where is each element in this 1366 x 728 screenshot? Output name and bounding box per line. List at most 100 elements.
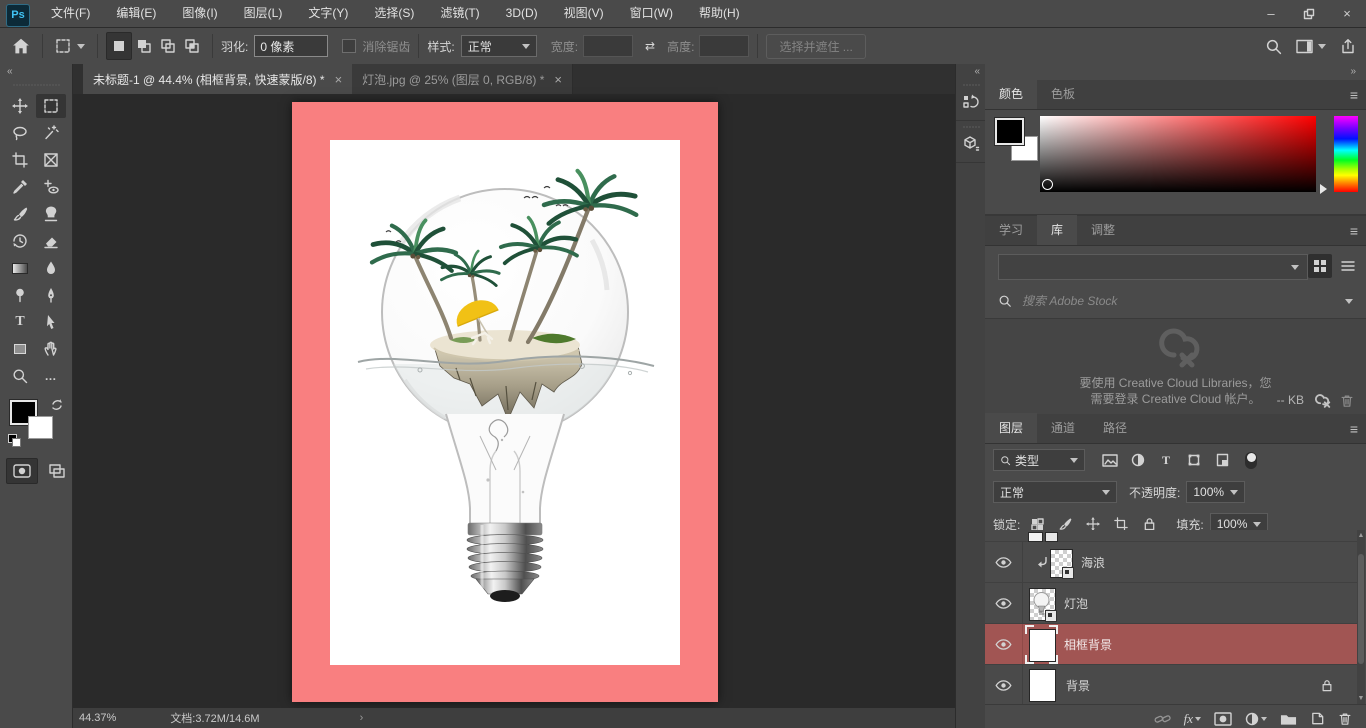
background-lock-icon[interactable] xyxy=(1321,679,1333,692)
history-panel-button[interactable] xyxy=(959,90,983,114)
delete-library-icon[interactable] xyxy=(1340,393,1354,408)
close-icon[interactable]: × xyxy=(554,72,562,87)
height-input[interactable] xyxy=(699,35,749,57)
new-group-icon[interactable] xyxy=(1280,712,1297,726)
panel-grip[interactable] xyxy=(962,82,980,88)
layer-name[interactable]: 灯泡 xyxy=(1064,595,1088,612)
layer-row-dengpao[interactable]: 灯泡 xyxy=(985,583,1357,624)
zoom-tool[interactable] xyxy=(5,364,35,388)
move-tool[interactable] xyxy=(5,94,35,118)
marquee-tool-preset[interactable] xyxy=(51,33,89,59)
search-icon[interactable] xyxy=(1265,38,1282,55)
layer-visibility-toggle[interactable] xyxy=(985,665,1023,705)
rectangle-tool[interactable] xyxy=(5,337,35,361)
link-layers-icon[interactable] xyxy=(1154,713,1171,725)
menu-window[interactable]: 窗口(W) xyxy=(617,0,686,27)
menu-view[interactable]: 视图(V) xyxy=(551,0,617,27)
library-select-dropdown[interactable] xyxy=(998,254,1308,280)
tab-channels[interactable]: 通道 xyxy=(1037,413,1089,443)
pen-tool[interactable] xyxy=(36,283,66,307)
filter-adjustment-layers-button[interactable] xyxy=(1127,450,1149,470)
tab-libraries[interactable]: 库 xyxy=(1037,215,1077,245)
eraser-tool[interactable] xyxy=(36,229,66,253)
slice-tool[interactable] xyxy=(36,148,66,172)
path-selection-tool[interactable] xyxy=(36,310,66,334)
properties-panel-button[interactable] xyxy=(959,132,983,156)
menu-edit[interactable]: 编辑(E) xyxy=(103,0,169,27)
layer-filter-dropdown[interactable]: 类型 xyxy=(993,449,1085,471)
tab-layers[interactable]: 图层 xyxy=(985,413,1037,443)
gradient-tool[interactable] xyxy=(5,256,35,280)
feather-input[interactable] xyxy=(254,35,328,57)
type-tool[interactable]: T xyxy=(5,310,35,334)
clone-stamp-tool[interactable] xyxy=(36,202,66,226)
status-chevron-icon[interactable]: › xyxy=(360,712,364,724)
layers-scrollbar[interactable]: ▲ ▼ xyxy=(1357,530,1365,705)
menu-help[interactable]: 帮助(H) xyxy=(686,0,753,27)
filter-type-layers-button[interactable]: T xyxy=(1155,450,1177,470)
style-dropdown[interactable]: 正常 xyxy=(461,35,537,57)
home-button[interactable] xyxy=(8,33,34,59)
layer-row-beijing[interactable]: 背景 xyxy=(985,665,1357,705)
layer-row-partial[interactable] xyxy=(985,530,1357,542)
menu-select[interactable]: 选择(S) xyxy=(361,0,427,27)
layer-style-button[interactable]: fx xyxy=(1184,711,1201,727)
layer-visibility-toggle[interactable] xyxy=(985,624,1023,664)
swap-colors-icon[interactable] xyxy=(50,398,64,412)
collapse-panels-button[interactable]: » xyxy=(985,64,1366,80)
width-input[interactable] xyxy=(583,35,633,57)
layer-row-xiangkuangbeijing[interactable]: 相框背景 xyxy=(985,624,1357,665)
close-window-button[interactable]: × xyxy=(1328,0,1366,27)
filter-shape-layers-button[interactable] xyxy=(1183,450,1205,470)
new-adjustment-layer-button[interactable] xyxy=(1245,712,1267,726)
layer-name[interactable]: 背景 xyxy=(1066,677,1090,694)
tab-adjustments[interactable]: 调整 xyxy=(1077,215,1129,245)
saturation-brightness-field[interactable] xyxy=(1040,116,1316,192)
hue-slider[interactable] xyxy=(1334,116,1358,192)
menu-filter[interactable]: 滤镜(T) xyxy=(427,0,492,27)
share-icon[interactable] xyxy=(1340,38,1356,55)
dodge-tool[interactable] xyxy=(5,283,35,307)
screen-mode-button[interactable] xyxy=(42,459,72,483)
cloud-sync-disabled-icon[interactable] xyxy=(1312,393,1332,408)
workspace-switcher[interactable] xyxy=(1296,39,1326,54)
delete-layer-icon[interactable] xyxy=(1338,711,1352,726)
swap-dimensions-button[interactable]: ⇄ xyxy=(641,33,659,59)
antialias-checkbox[interactable] xyxy=(342,39,356,53)
color-field-marker[interactable] xyxy=(1042,179,1053,190)
zoom-level-field[interactable]: 44.37% xyxy=(79,712,116,724)
eyedropper-tool[interactable] xyxy=(5,175,35,199)
grid-view-button[interactable] xyxy=(1308,254,1332,278)
crop-tool[interactable] xyxy=(5,148,35,172)
tab-paths[interactable]: 路径 xyxy=(1089,413,1141,443)
menu-image[interactable]: 图像(I) xyxy=(169,0,230,27)
layer-thumbnail[interactable] xyxy=(1050,549,1071,576)
layer-name[interactable]: 海浪 xyxy=(1081,554,1105,571)
add-to-selection-button[interactable] xyxy=(132,33,156,59)
more-tools[interactable]: … xyxy=(36,364,66,388)
intersect-selection-button[interactable] xyxy=(180,33,204,59)
scroll-down-arrow[interactable]: ▼ xyxy=(1357,694,1365,704)
restore-button[interactable] xyxy=(1290,0,1328,27)
scroll-up-arrow[interactable]: ▲ xyxy=(1357,531,1365,541)
new-selection-button[interactable] xyxy=(106,32,132,60)
foreground-color-swatch[interactable] xyxy=(995,118,1024,145)
layer-thumbnail[interactable] xyxy=(1029,629,1054,660)
quick-mask-button[interactable] xyxy=(6,458,38,484)
close-icon[interactable]: × xyxy=(335,72,343,87)
hue-slider-marker[interactable] xyxy=(1320,184,1332,194)
tab-learn[interactable]: 学习 xyxy=(985,215,1037,245)
collapse-toolbar-button[interactable]: « xyxy=(0,64,72,80)
canvas-document[interactable] xyxy=(292,102,718,702)
tab-swatches[interactable]: 色板 xyxy=(1037,79,1089,109)
default-colors-icon[interactable] xyxy=(8,434,20,446)
document-tab-active[interactable]: 未标题-1 @ 44.4% (相框背景, 快速蒙版/8) * × xyxy=(83,64,352,94)
layer-visibility-toggle[interactable] xyxy=(985,542,1023,582)
document-tab-inactive[interactable]: 灯泡.jpg @ 25% (图层 0, RGB/8) * × xyxy=(352,64,573,94)
toolbar-grip[interactable] xyxy=(12,82,60,88)
blend-mode-dropdown[interactable]: 正常 xyxy=(993,481,1117,503)
layer-name[interactable]: 相框背景 xyxy=(1064,636,1112,653)
background-color-swatch[interactable] xyxy=(28,416,53,439)
panel-grip[interactable] xyxy=(962,124,980,130)
history-brush-tool[interactable] xyxy=(5,229,35,253)
